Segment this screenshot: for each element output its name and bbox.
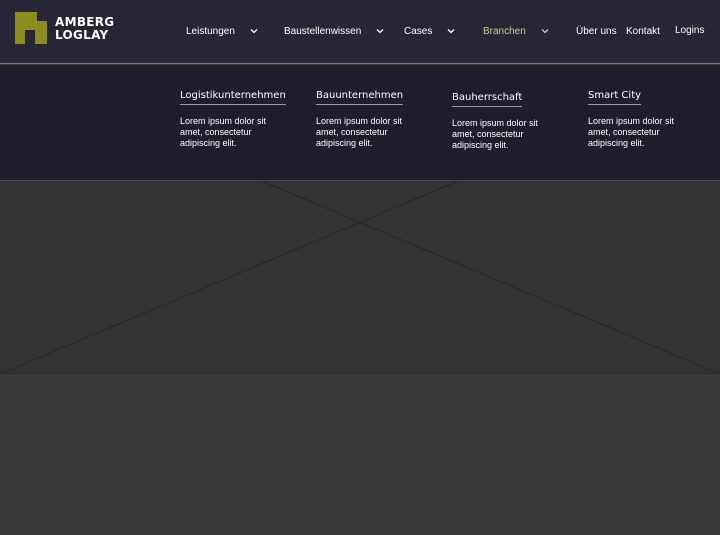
mega-menu-link-smart-city[interactable]: Smart City xyxy=(588,90,642,105)
nav-label: Leistungen xyxy=(186,25,235,37)
content-area xyxy=(0,374,720,535)
chevron-down-icon xyxy=(376,29,384,34)
mega-menu-branchen: Logistikunternehmen Lorem ipsum dolor si… xyxy=(0,65,720,181)
mega-menu-description: Lorem ipsum dolor sit amet, consectetur … xyxy=(180,116,267,148)
chevron-down-icon xyxy=(250,29,258,34)
mega-menu-column: Smart City Lorem ipsum dolor sit amet, c… xyxy=(588,85,708,149)
nav-item-logins[interactable]: Logins xyxy=(675,21,704,39)
nav-label: Über uns xyxy=(576,25,617,37)
nav-item-cases[interactable]: Cases xyxy=(404,22,456,40)
mega-menu-column: Logistikunternehmen Lorem ipsum dolor si… xyxy=(180,85,300,149)
mega-menu-description: Lorem ipsum dolor sit amet, consectetur … xyxy=(588,116,675,148)
nav-label: Logins xyxy=(675,24,705,36)
mega-menu-column: Bauherrschaft Lorem ipsum dolor sit amet… xyxy=(452,87,572,151)
mega-menu-link-logistikunternehmen[interactable]: Logistikunternehmen xyxy=(180,90,286,105)
site-header: AMBERG LOGLAY Leistungen Baustellenwisse… xyxy=(0,0,720,64)
page: AMBERG LOGLAY Leistungen Baustellenwisse… xyxy=(0,0,720,535)
nav-item-leistungen[interactable]: Leistungen xyxy=(186,22,259,40)
nav-label: Branchen xyxy=(483,25,526,37)
nav-label: Kontakt xyxy=(626,25,660,37)
brand-name-line2: LOGLAY xyxy=(55,28,109,42)
mega-menu-link-bauunternehmen[interactable]: Bauunternehmen xyxy=(316,90,404,105)
nav-label: Cases xyxy=(404,25,433,37)
mega-menu-description: Lorem ipsum dolor sit amet, consectetur … xyxy=(316,116,403,148)
brand-logo-icon xyxy=(15,12,47,44)
nav-item-branchen[interactable]: Branchen xyxy=(483,22,550,40)
brand-name-line1: AMBERG xyxy=(55,15,115,29)
image-placeholder xyxy=(0,181,720,374)
placeholder-cross-graphic xyxy=(0,181,720,374)
chevron-down-icon xyxy=(541,29,549,34)
nav-label: Baustellenwissen xyxy=(284,25,362,37)
nav-item-kontakt[interactable]: Kontakt xyxy=(626,22,660,40)
mega-menu-column: Bauunternehmen Lorem ipsum dolor sit ame… xyxy=(316,85,436,149)
nav-item-baustellenwissen[interactable]: Baustellenwissen xyxy=(284,22,385,40)
mega-menu-link-bauherrschaft[interactable]: Bauherrschaft xyxy=(452,92,523,107)
mega-menu-description: Lorem ipsum dolor sit amet, consectetur … xyxy=(452,118,539,150)
chevron-down-icon xyxy=(447,29,455,34)
nav-item-ueber-uns[interactable]: Über uns xyxy=(576,22,617,40)
